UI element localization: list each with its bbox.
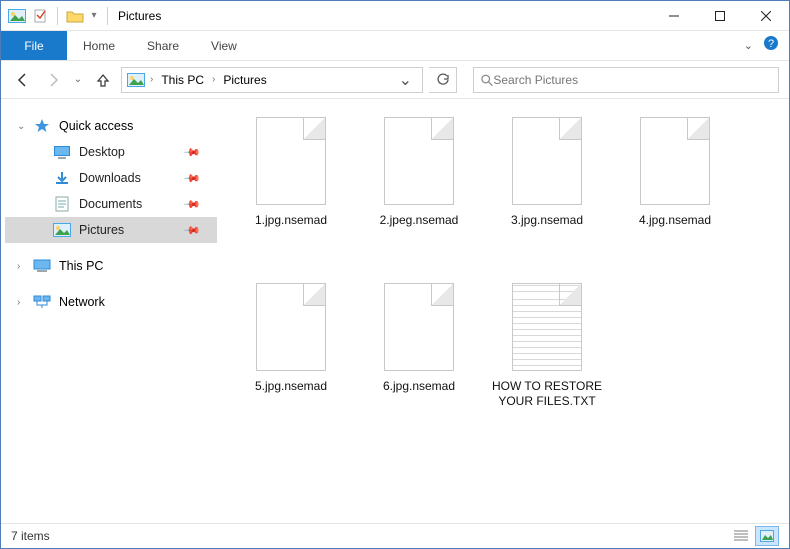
navigation-pane: ⌄ Quick access Desktop 📌 Downloads 📌 Doc… xyxy=(1,99,221,523)
file-item[interactable]: HOW TO RESTORE YOUR FILES.TXT xyxy=(483,279,611,445)
pin-icon: 📌 xyxy=(183,169,202,188)
file-tab[interactable]: File xyxy=(1,31,67,60)
refresh-button[interactable] xyxy=(429,67,457,93)
search-box[interactable] xyxy=(473,67,779,93)
search-input[interactable] xyxy=(493,73,772,87)
file-name-label: 4.jpg.nsemad xyxy=(639,213,711,228)
location-pictures-icon xyxy=(126,70,146,90)
chevron-right-icon[interactable]: › xyxy=(212,74,215,85)
up-button[interactable] xyxy=(91,68,115,92)
sidebar-item-label: Pictures xyxy=(79,223,124,237)
file-name-label: 2.jpeg.nsemad xyxy=(380,213,459,228)
qat-separator xyxy=(57,7,58,25)
desktop-icon xyxy=(53,144,71,160)
close-button[interactable] xyxy=(743,1,789,31)
sidebar-item-desktop[interactable]: Desktop 📌 xyxy=(5,139,217,165)
tab-view[interactable]: View xyxy=(195,31,253,60)
chevron-right-icon[interactable]: › xyxy=(17,261,20,272)
maximize-button[interactable] xyxy=(697,1,743,31)
qat-properties-icon[interactable] xyxy=(30,6,50,26)
unknown-file-icon xyxy=(384,283,454,371)
file-item[interactable]: 4.jpg.nsemad xyxy=(611,113,739,279)
unknown-file-icon xyxy=(512,117,582,205)
qat-dropdown-icon[interactable]: ▾ xyxy=(88,6,100,26)
sidebar-item-documents[interactable]: Documents 📌 xyxy=(5,191,217,217)
text-file-icon xyxy=(512,283,582,371)
chevron-right-icon[interactable]: › xyxy=(150,74,153,85)
help-icon[interactable]: ? xyxy=(763,35,779,56)
file-item[interactable]: 2.jpeg.nsemad xyxy=(355,113,483,279)
file-name-label: HOW TO RESTORE YOUR FILES.TXT xyxy=(491,379,603,409)
navigation-bar: ⌄ › This PC › Pictures ⌄ xyxy=(1,61,789,99)
this-pc-icon xyxy=(33,258,51,274)
sidebar-item-label: Network xyxy=(59,295,105,309)
pin-icon: 📌 xyxy=(183,195,202,214)
sidebar-item-downloads[interactable]: Downloads 📌 xyxy=(5,165,217,191)
unknown-file-icon xyxy=(384,117,454,205)
quick-access-star-icon xyxy=(33,118,51,134)
forward-button[interactable] xyxy=(41,68,65,92)
sidebar-item-pictures[interactable]: Pictures 📌 xyxy=(5,217,217,243)
network-icon xyxy=(33,294,51,310)
sidebar-item-label: Downloads xyxy=(79,171,141,185)
pictures-icon xyxy=(53,222,71,238)
breadcrumb-this-pc[interactable]: This PC xyxy=(157,73,208,87)
address-dropdown-icon[interactable]: ⌄ xyxy=(393,70,418,90)
app-icon xyxy=(7,6,27,26)
sidebar-item-label: This PC xyxy=(59,259,103,273)
sidebar-this-pc[interactable]: › This PC xyxy=(5,253,217,279)
main-area: ⌄ Quick access Desktop 📌 Downloads 📌 Doc… xyxy=(1,99,789,523)
file-list[interactable]: 1.jpg.nsemad 2.jpeg.nsemad 3.jpg.nsemad 4.j… xyxy=(221,99,789,523)
unknown-file-icon xyxy=(256,117,326,205)
back-button[interactable] xyxy=(11,68,35,92)
tab-home[interactable]: Home xyxy=(67,31,131,60)
window-controls xyxy=(651,1,789,31)
sidebar-network[interactable]: › Network xyxy=(5,289,217,315)
sidebar-quick-access[interactable]: ⌄ Quick access xyxy=(5,113,217,139)
file-name-label: 3.jpg.nsemad xyxy=(511,213,583,228)
sidebar-item-label: Quick access xyxy=(59,119,133,133)
breadcrumb-pictures[interactable]: Pictures xyxy=(219,73,270,87)
tab-share[interactable]: Share xyxy=(131,31,195,60)
address-bar[interactable]: › This PC › Pictures ⌄ xyxy=(121,67,423,93)
quick-access-toolbar: ▾ xyxy=(1,6,112,26)
search-icon xyxy=(480,73,493,87)
status-bar: 7 items xyxy=(1,523,789,548)
folder-icon[interactable] xyxy=(65,6,85,26)
ribbon-expand-icon[interactable]: ⌄ xyxy=(744,39,753,52)
status-item-count: 7 items xyxy=(11,529,50,543)
file-name-label: 6.jpg.nsemad xyxy=(383,379,455,394)
pin-icon: 📌 xyxy=(183,143,202,162)
sidebar-item-label: Desktop xyxy=(79,145,125,159)
pin-icon: 📌 xyxy=(183,221,202,240)
sidebar-item-label: Documents xyxy=(79,197,142,211)
recent-locations-button[interactable]: ⌄ xyxy=(71,68,85,92)
chevron-right-icon[interactable]: › xyxy=(17,297,20,308)
documents-icon xyxy=(53,196,71,212)
window-title: Pictures xyxy=(118,9,161,23)
file-item[interactable]: 6.jpg.nsemad xyxy=(355,279,483,445)
file-item[interactable]: 1.jpg.nsemad xyxy=(227,113,355,279)
minimize-button[interactable] xyxy=(651,1,697,31)
chevron-down-icon[interactable]: ⌄ xyxy=(17,121,25,132)
unknown-file-icon xyxy=(256,283,326,371)
thumbnails-view-button[interactable] xyxy=(755,526,779,546)
title-separator xyxy=(107,7,108,25)
ribbon: File Home Share View ⌄ ? xyxy=(1,31,789,61)
downloads-icon xyxy=(53,170,71,186)
file-name-label: 1.jpg.nsemad xyxy=(255,213,327,228)
title-bar: ▾ Pictures xyxy=(1,1,789,31)
svg-text:?: ? xyxy=(768,38,774,50)
file-item[interactable]: 3.jpg.nsemad xyxy=(483,113,611,279)
details-view-button[interactable] xyxy=(729,526,753,546)
unknown-file-icon xyxy=(640,117,710,205)
file-item[interactable]: 5.jpg.nsemad xyxy=(227,279,355,445)
file-name-label: 5.jpg.nsemad xyxy=(255,379,327,394)
